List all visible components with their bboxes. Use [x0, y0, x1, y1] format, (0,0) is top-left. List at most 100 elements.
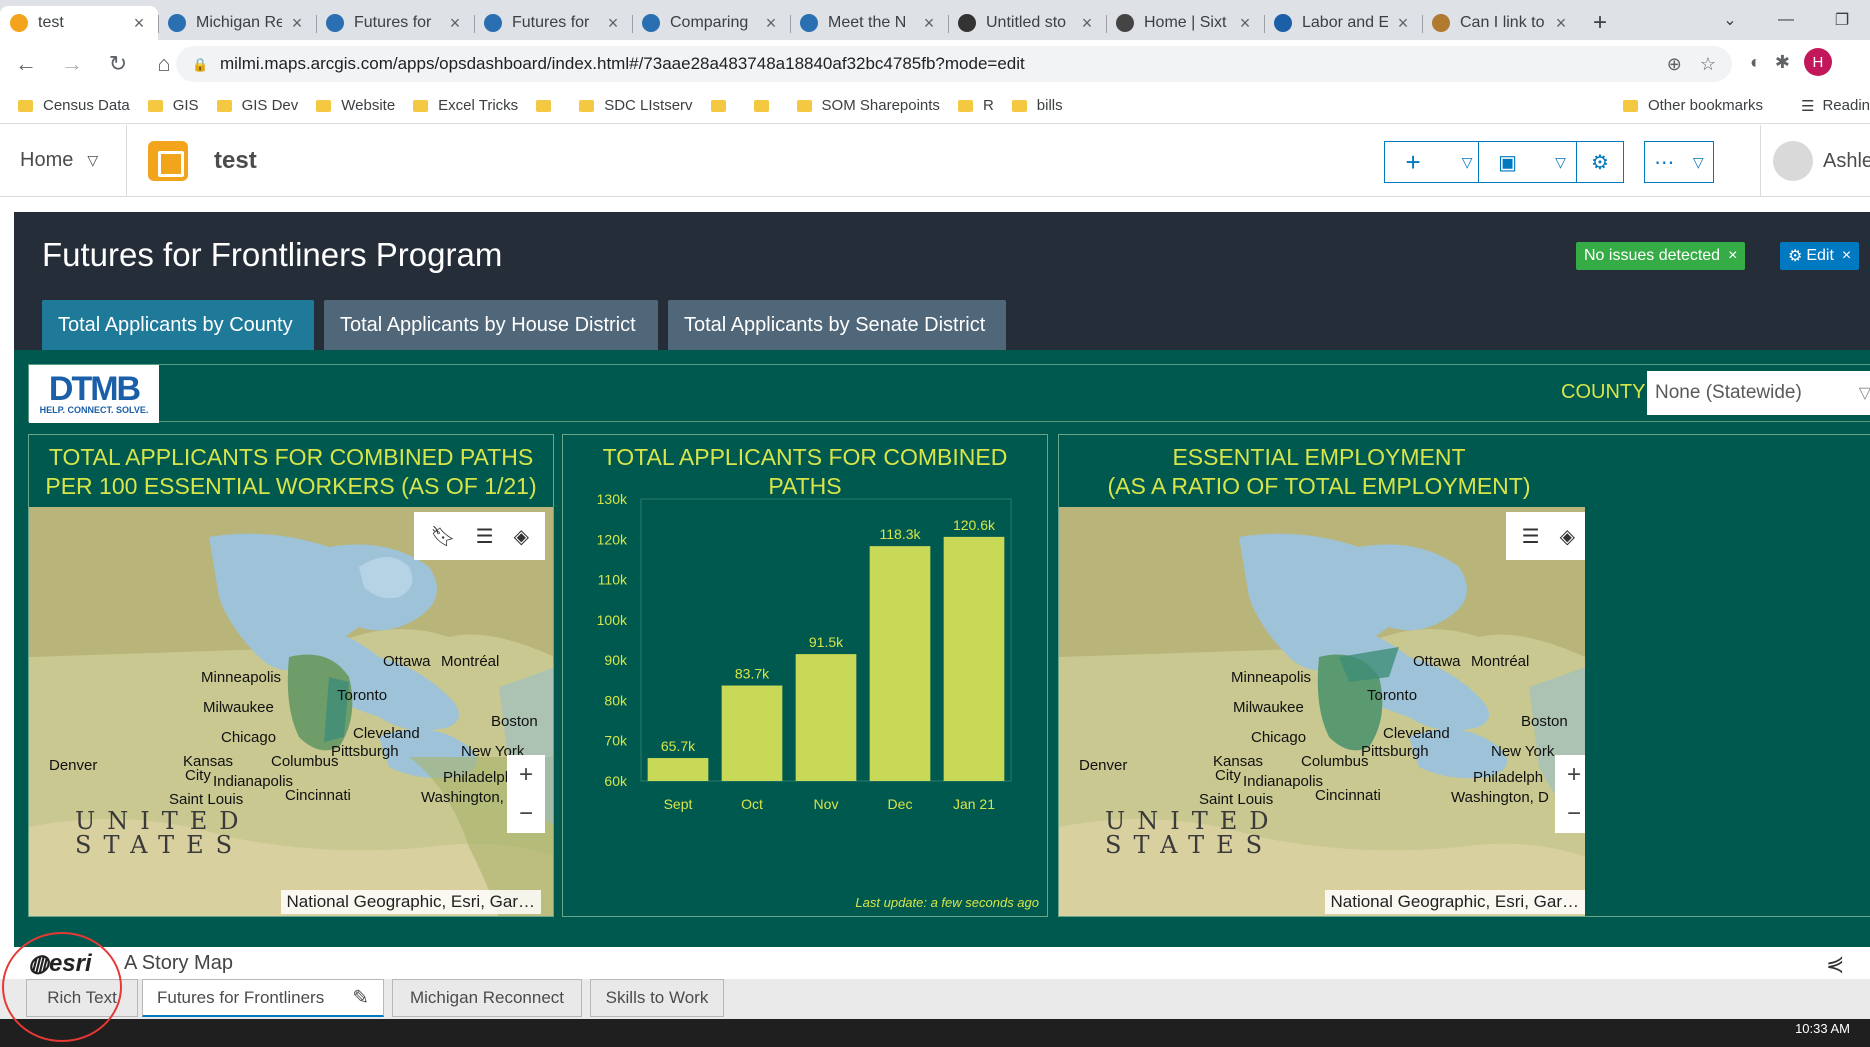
story-tabs: Rich Text Futures for Frontliners ✎ Mich…: [0, 979, 1870, 1019]
browser-tab[interactable]: Comparing ×: [632, 6, 790, 40]
city-label: New York: [1491, 743, 1555, 760]
browser-tab[interactable]: Can I link to ×: [1422, 6, 1580, 40]
tab-label: Total Applicants by County: [58, 313, 293, 336]
restore-icon[interactable]: ❐: [1814, 10, 1870, 30]
minimize-icon[interactable]: —: [1758, 11, 1814, 29]
bookmark-item[interactable]: bills: [1011, 97, 1063, 114]
address-bar[interactable]: 🔒 milmi.maps.arcgis.com/apps/opsdashboar…: [176, 46, 1732, 82]
story-map-bar: ◍esri A Story Map ⋞: [0, 947, 1870, 979]
back-arrow-icon[interactable]: ←: [6, 44, 46, 84]
tab-total-applicants-by-senate-district[interactable]: Total Applicants by Senate District: [668, 300, 1006, 350]
map-view[interactable]: Ottawa Montréal Minneapolis Toronto Milw…: [29, 507, 553, 916]
legend-icon[interactable]: ☰: [1522, 524, 1540, 549]
bookmark-item[interactable]: Census Data: [18, 97, 130, 114]
reading-list[interactable]: ☰ Readin: [1801, 97, 1870, 115]
folder-icon: [796, 99, 812, 112]
browser-tab-title: Meet the N: [828, 14, 907, 31]
home-menu[interactable]: Home ▽: [20, 149, 98, 172]
close-icon[interactable]: ×: [920, 13, 938, 34]
county-dropdown[interactable]: None (Statewide) ▽: [1647, 371, 1870, 415]
bookmark-item[interactable]: Website: [316, 97, 395, 114]
city-label: Milwaukee: [203, 699, 274, 716]
more-options-button[interactable]: ⋯ ▽: [1644, 141, 1714, 183]
favicon-icon: [10, 14, 28, 32]
user-menu[interactable]: Ashley: [1760, 125, 1870, 197]
browser-tab[interactable]: Meet the N ×: [790, 6, 948, 40]
close-icon[interactable]: ×: [446, 13, 464, 34]
profile-avatar[interactable]: H: [1803, 48, 1832, 76]
bookmark-item[interactable]: [710, 99, 736, 112]
favicon-icon: [168, 14, 186, 32]
user-name: Ashley: [1823, 149, 1870, 172]
esri-logo[interactable]: ◍esri: [28, 949, 92, 978]
close-icon[interactable]: ×: [1394, 13, 1412, 34]
bookmark-label: GIS Dev: [241, 97, 299, 114]
browser-tab[interactable]: Home | Sixt ×: [1106, 6, 1264, 40]
zoom-out-icon[interactable]: −: [1567, 800, 1581, 828]
last-update-text: Last update: a few seconds ago: [855, 895, 1039, 910]
extension-icon[interactable]: ◐: [1750, 52, 1761, 73]
close-icon[interactable]: ×: [1078, 13, 1096, 34]
bookmark-item[interactable]: GIS Dev: [216, 97, 299, 114]
browser-tab[interactable]: Futures for ×: [474, 6, 632, 40]
zoom-out-icon[interactable]: −: [519, 800, 533, 828]
lock-icon[interactable]: 🔒: [192, 57, 208, 72]
tab-total-applicants-by-county[interactable]: Total Applicants by County: [42, 300, 314, 350]
browser-tab[interactable]: Futures for ×: [316, 6, 474, 40]
map-view[interactable]: Ottawa Montréal Minneapolis Toronto Milw…: [1059, 507, 1585, 916]
layers-icon[interactable]: ◈: [1560, 524, 1575, 549]
zoom-in-icon[interactable]: +: [519, 761, 533, 789]
tab-futures-for-frontliners[interactable]: Futures for Frontliners ✎: [142, 979, 384, 1017]
city-label: Indianapolis: [213, 773, 294, 790]
pencil-icon[interactable]: ✎: [352, 985, 369, 1010]
tab-rich-text[interactable]: Rich Text: [26, 979, 138, 1017]
browser-tab[interactable]: Michigan Re ×: [158, 6, 316, 40]
bookmark-item[interactable]: [536, 99, 561, 112]
browser-tab[interactable]: test ×: [0, 6, 158, 40]
close-icon[interactable]: ×: [1842, 247, 1851, 265]
share-icon[interactable]: ⋞: [1826, 951, 1844, 977]
city-label: Ottawa: [1413, 653, 1461, 670]
zoom-control: + −: [507, 755, 545, 833]
data-label: 118.3k: [880, 526, 922, 542]
legend-icon[interactable]: ☰: [476, 524, 494, 549]
tab-search-icon[interactable]: ⌄: [1702, 10, 1758, 30]
dashboard-logo-icon: [148, 141, 188, 181]
close-icon[interactable]: ×: [288, 13, 306, 34]
bookmark-icon[interactable]: 🔖︎: [430, 524, 455, 549]
settings-button[interactable]: ⚙: [1576, 141, 1624, 183]
close-icon[interactable]: ×: [1552, 13, 1570, 34]
tab-skills-to-work[interactable]: Skills to Work: [590, 979, 724, 1017]
bookmark-item[interactable]: GIS: [147, 97, 199, 114]
zoom-icon[interactable]: ⊕: [1667, 54, 1682, 75]
new-tab-button[interactable]: +: [1580, 6, 1620, 40]
bookmark-item[interactable]: R: [957, 97, 994, 114]
folder-icon: [18, 99, 33, 112]
close-icon[interactable]: ×: [1728, 247, 1737, 265]
bookmark-item[interactable]: SDC LIstserv: [579, 97, 693, 114]
close-icon[interactable]: ×: [1236, 13, 1254, 34]
close-icon[interactable]: ×: [130, 13, 148, 34]
bookmark-item[interactable]: Excel Tricks: [413, 97, 518, 114]
status-badge[interactable]: No issues detected ×: [1576, 242, 1746, 270]
edit-badge[interactable]: ⚙ Edit ×: [1780, 242, 1860, 270]
layers-icon[interactable]: ◈: [514, 524, 529, 549]
bookmark-item[interactable]: [753, 99, 779, 112]
close-icon[interactable]: ×: [762, 13, 780, 34]
save-button[interactable]: ▣ ▽: [1478, 141, 1586, 183]
other-bookmarks[interactable]: Other bookmarks: [1622, 97, 1763, 114]
star-icon[interactable]: ☆: [1700, 54, 1716, 75]
folder-icon: [957, 99, 973, 112]
forward-arrow-icon[interactable]: →: [52, 44, 92, 84]
zoom-in-icon[interactable]: +: [1567, 761, 1581, 789]
tab-michigan-reconnect[interactable]: Michigan Reconnect: [392, 979, 582, 1017]
bookmark-item[interactable]: SOM Sharepoints: [796, 97, 940, 114]
tab-total-applicants-by-house-district[interactable]: Total Applicants by House District: [324, 300, 658, 350]
close-icon[interactable]: ×: [604, 13, 622, 34]
browser-tab[interactable]: Labor and E ×: [1264, 6, 1422, 40]
folder-icon: [316, 99, 332, 112]
puzzle-icon[interactable]: ✱: [1775, 52, 1790, 73]
browser-tab[interactable]: Untitled sto ×: [948, 6, 1106, 40]
avatar: [1773, 141, 1813, 181]
reload-icon[interactable]: ↻: [98, 44, 138, 84]
